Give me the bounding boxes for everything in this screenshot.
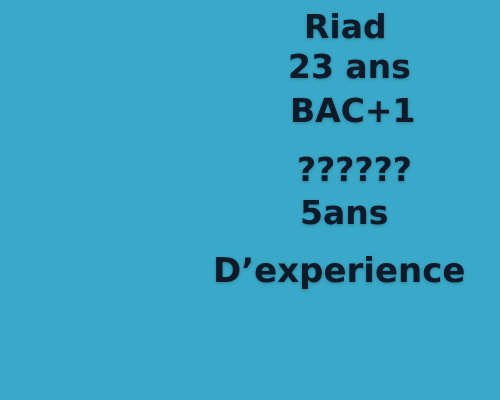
degree-text: BAC+1: [290, 91, 416, 130]
years-text: 5ans: [300, 193, 389, 232]
age-text: 23 ans: [288, 47, 411, 86]
name-text: Riad: [304, 7, 387, 46]
experience-text: D’experience: [213, 251, 466, 291]
question-marks-text: ??????: [297, 150, 412, 189]
